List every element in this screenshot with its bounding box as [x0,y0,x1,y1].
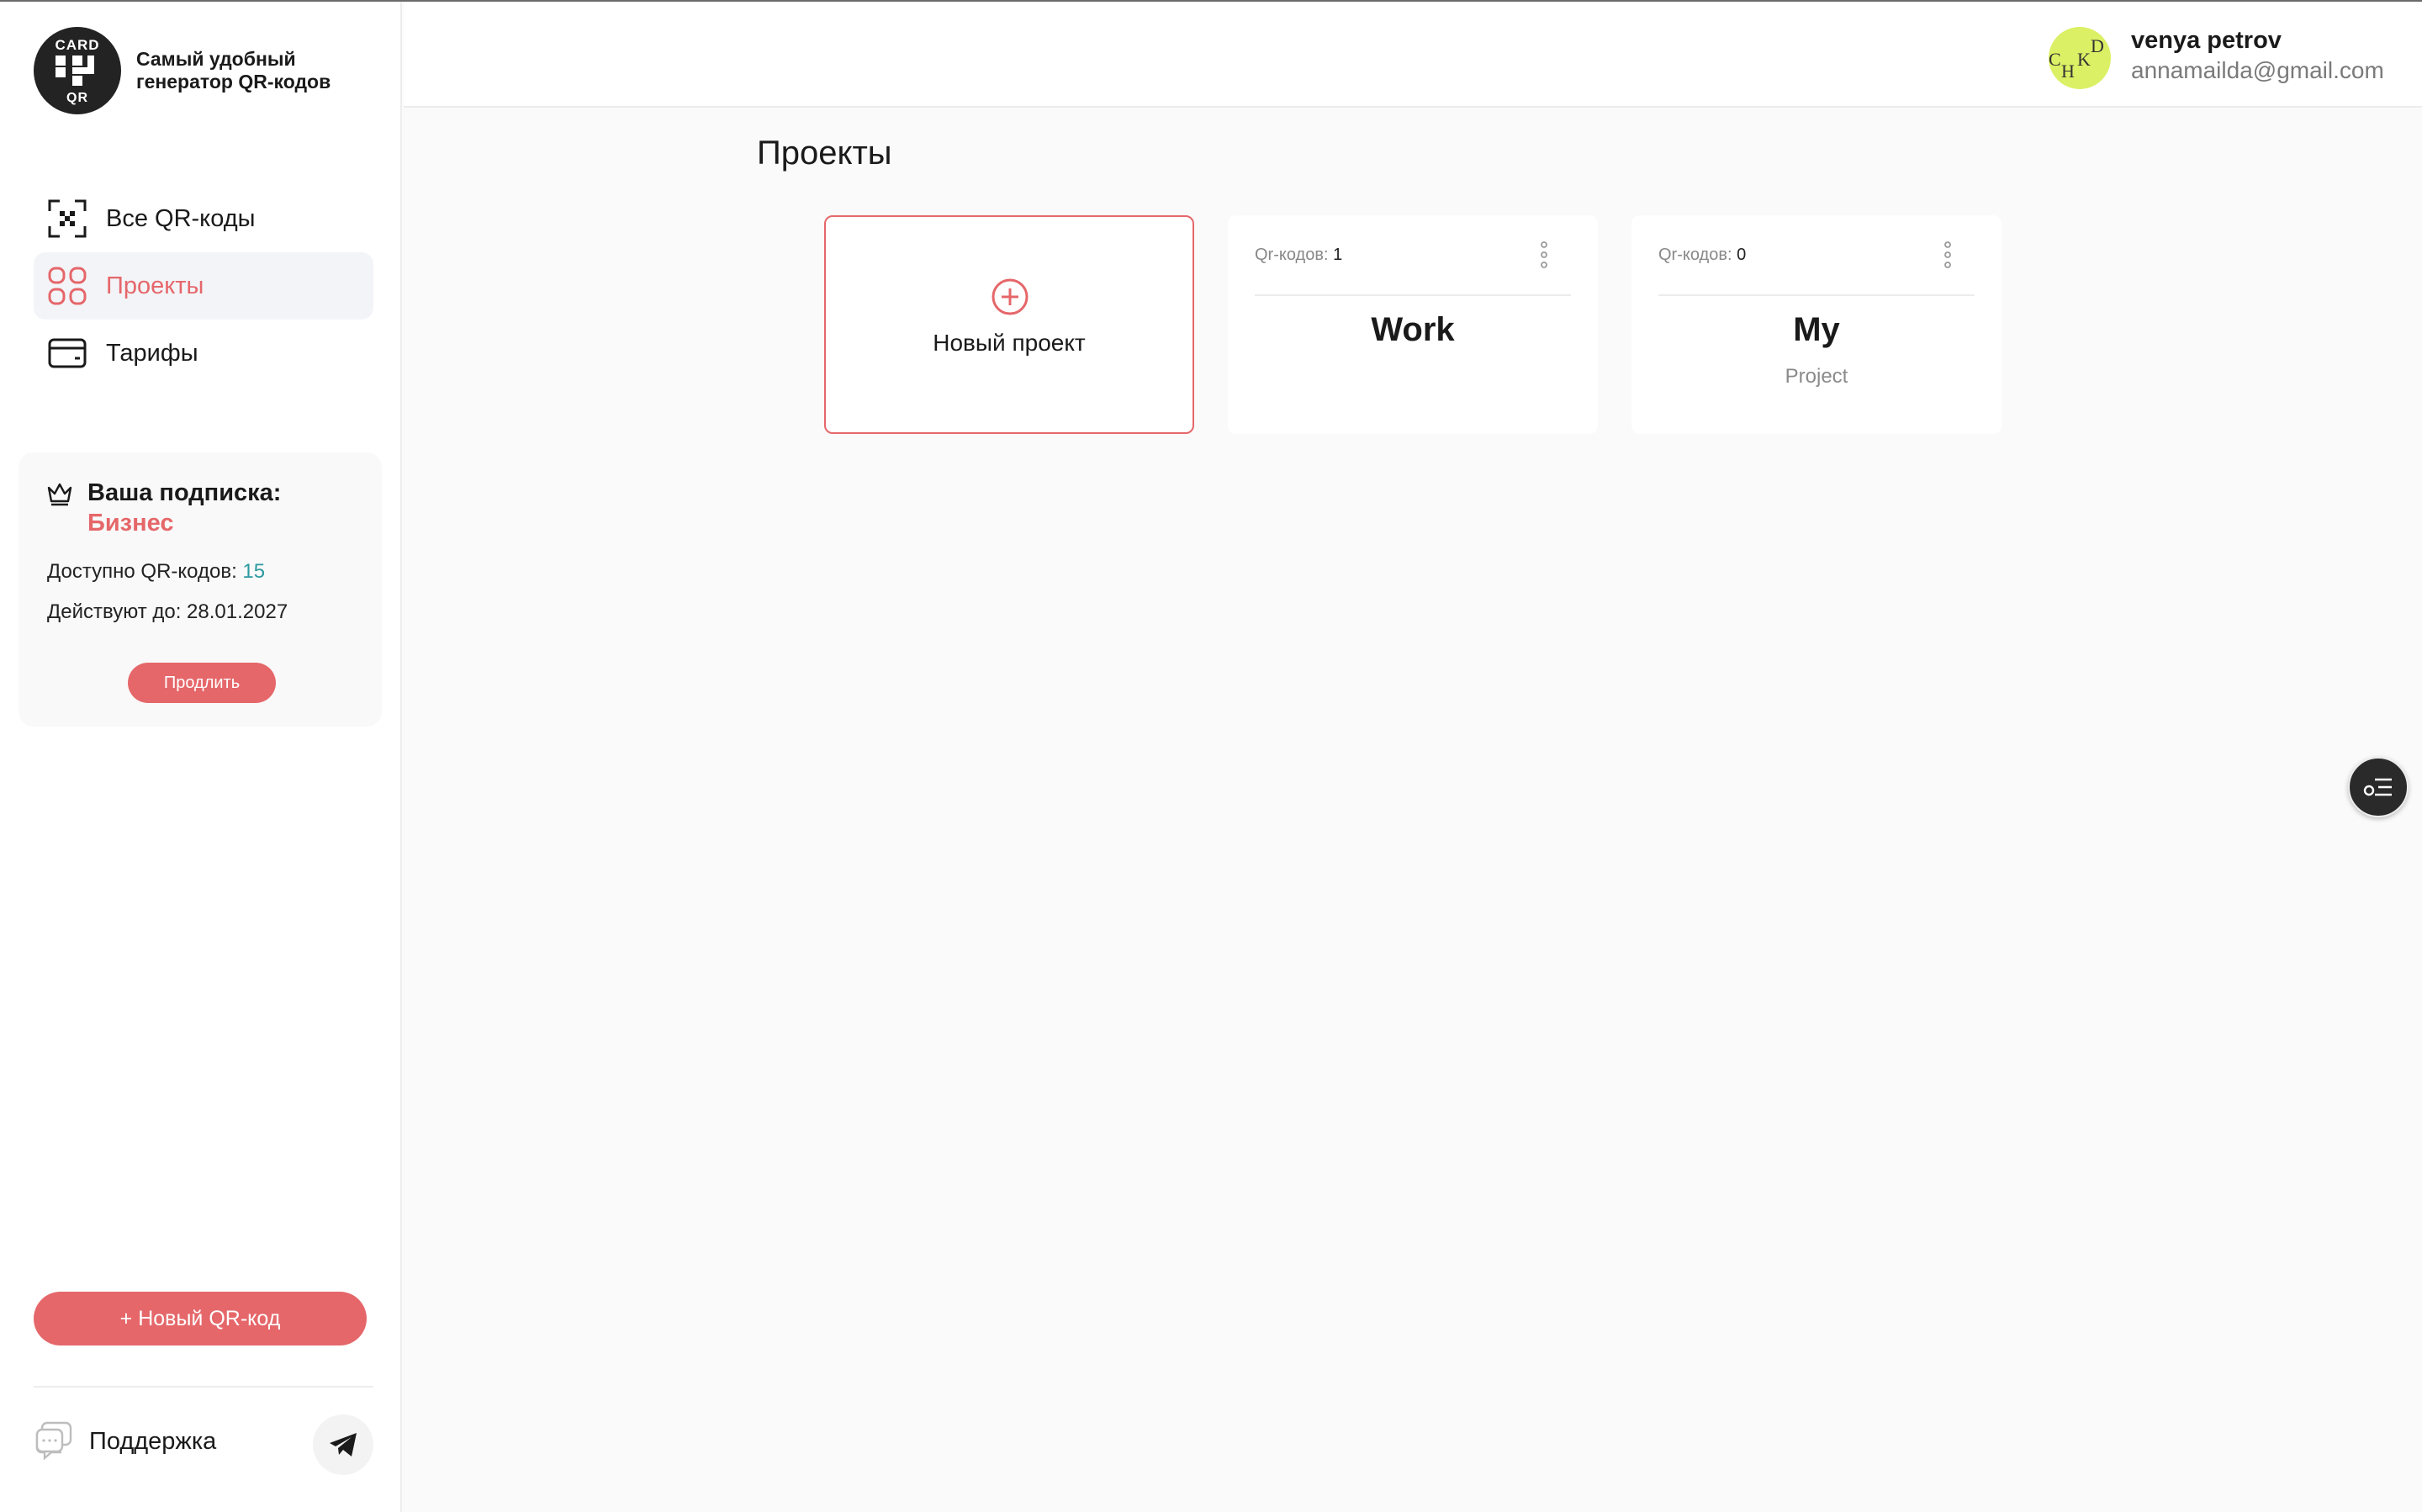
sidebar-item-label: Проекты [106,272,204,299]
available-qr-line: Доступно QR-кодов: 15 [47,560,265,584]
project-description: Project [1785,365,1848,388]
more-options-icon[interactable] [1539,241,1549,269]
telegram-icon [330,1433,357,1456]
avatar-letter: D [2091,35,2104,56]
project-qr-count-label: Qr-кодов: [1658,246,1732,264]
more-options-icon[interactable] [1943,241,1953,269]
floating-menu-button[interactable] [2348,757,2409,817]
available-qr-label: Доступно QR-кодов: [47,560,237,583]
project-qr-count: Qr-кодов: 1 [1255,246,1342,265]
qr-scan-icon [47,198,87,239]
brand-tagline: Самый удобный генератор QR-кодов [136,48,331,93]
avatar-letter: K [2077,49,2091,70]
valid-until-line: Действуют до: 28.01.2027 [47,600,288,624]
project-qr-count-label: Qr-кодов: [1255,246,1329,264]
subscription-plan: Бизнес [87,510,174,537]
available-qr-count: 15 [242,560,266,583]
sidebar-item-projects[interactable]: Проекты [34,252,373,320]
sidebar-item-all-qr[interactable]: Все QR-коды [34,185,373,252]
sidebar-nav: Все QR-коды Проекты Тарифы [34,185,373,387]
telegram-button[interactable] [313,1414,373,1475]
user-name[interactable]: venya petrov [2131,27,2282,55]
extend-subscription-button[interactable]: Продлить [128,663,276,703]
crown-icon [45,479,76,510]
sidebar-item-tariffs[interactable]: Тарифы [34,320,373,387]
card-divider [1255,294,1571,296]
avatar-letter: C [2049,49,2061,70]
sidebar-item-label: Все QR-коды [106,204,256,232]
new-qr-code-button[interactable]: + Новый QR-код [34,1292,367,1345]
user-email: annamailda@gmail.com [2131,57,2384,83]
new-project-card[interactable]: Новый проект [824,215,1194,434]
logo: CARD QR [34,27,121,114]
chat-bubbles-icon [34,1419,74,1464]
project-qr-count-value: 0 [1737,246,1747,264]
subscription-title: Ваша подписка: Бизнес [87,478,281,538]
subscription-card: Ваша подписка: Бизнес Доступно QR-кодов:… [19,452,382,727]
valid-until-label: Действуют до: [47,600,182,623]
page-title: Проекты [757,135,892,172]
grid-icon [47,266,87,306]
sidebar: CARD QR Самый удобный генератор QR-кодов [0,2,402,1512]
project-qr-count-value: 1 [1333,246,1343,264]
support-link[interactable]: Поддержка [34,1419,216,1464]
qr-logo-icon [56,56,94,86]
sidebar-item-label: Тарифы [106,339,198,367]
project-qr-count: Qr-кодов: 0 [1658,246,1746,265]
valid-until-date: 28.01.2027 [187,600,288,623]
project-card[interactable]: Qr-кодов: 1 Work [1228,215,1598,434]
top-header: C H K D venya petrov annamailda@gmail.co… [404,2,2422,108]
support-label: Поддержка [89,1428,217,1455]
avatar[interactable]: C H K D [2049,27,2111,89]
plus-circle-icon [991,278,1029,320]
subscription-label: Ваша подписка: [87,479,282,506]
wallet-icon [47,333,87,373]
card-divider [1658,294,1975,296]
logo-bottom-text: QR [66,91,88,105]
project-name: My [1793,311,1840,348]
sidebar-divider [34,1386,373,1388]
project-card[interactable]: Qr-кодов: 0 My Project [1631,215,2002,434]
subscription-header: Ваша подписка: Бизнес [45,478,281,538]
logo-top-text: CARD [55,37,100,53]
avatar-letter: H [2061,61,2075,82]
new-project-label: Новый проект [933,330,1086,356]
brand[interactable]: CARD QR Самый удобный генератор QR-кодов [34,27,338,114]
project-name: Work [1371,311,1455,348]
toggle-list-icon [2363,778,2392,796]
